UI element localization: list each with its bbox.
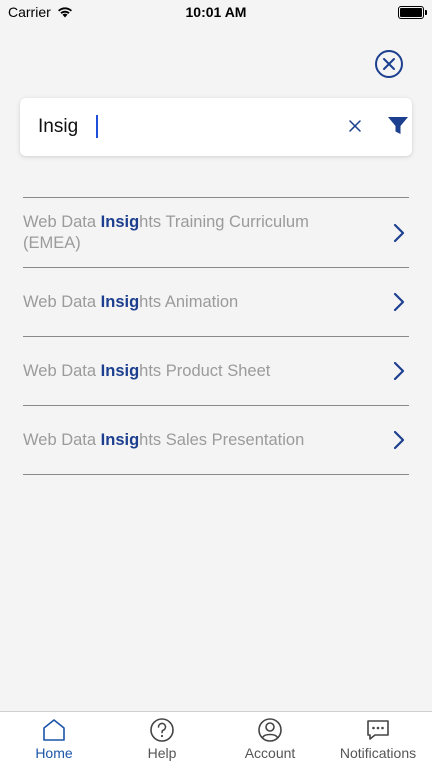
help-icon [150,718,174,742]
status-time: 10:01 AM [185,4,247,20]
battery-icon [398,6,427,19]
tab-help[interactable]: Help [108,712,216,768]
match-highlight: Insig [100,212,140,231]
tab-home[interactable]: Home [0,712,108,768]
text-caret [96,115,98,138]
search-results-list: Web Data Insights Training Curriculum (E… [23,197,409,475]
tab-notifications[interactable]: Notifications [324,712,432,768]
result-title: Web Data Insights Sales Presentation [23,430,305,449]
result-title: Web Data Insights Product Sheet [23,361,271,380]
chevron-right-icon [393,223,405,242]
close-icon[interactable] [374,49,404,79]
tab-account[interactable]: Account [216,712,324,768]
tab-label: Home [35,745,73,761]
match-highlight: Insig [100,361,140,380]
notifications-icon [367,720,389,740]
tab-label: Notifications [339,745,417,761]
result-item[interactable]: Web Data Insights Sales Presentation [23,406,409,475]
chevron-right-icon [393,430,405,450]
chevron-right-icon [393,361,405,381]
result-title: Web Data Insights Training Curriculum (E… [23,212,309,252]
result-item[interactable]: Web Data Insights Product Sheet [23,337,409,406]
match-highlight: Insig [100,430,140,449]
home-icon [43,719,65,741]
filter-icon[interactable] [386,114,410,138]
result-item[interactable]: Web Data Insights Animation [23,268,409,337]
match-highlight: Insig [100,292,140,311]
search-bar [20,98,412,156]
tab-label: Help [147,745,177,761]
search-input[interactable] [38,114,318,140]
result-title: Web Data Insights Animation [23,292,239,311]
status-bar: Carrier 10:01 AM [0,0,432,24]
result-item[interactable]: Web Data Insights Training Curriculum (E… [23,198,409,268]
clear-icon[interactable] [346,117,364,135]
tab-bar: Home Help Account Notifications [0,711,432,768]
account-icon [258,718,282,742]
tab-label: Account [244,745,296,761]
chevron-right-icon [393,292,405,312]
